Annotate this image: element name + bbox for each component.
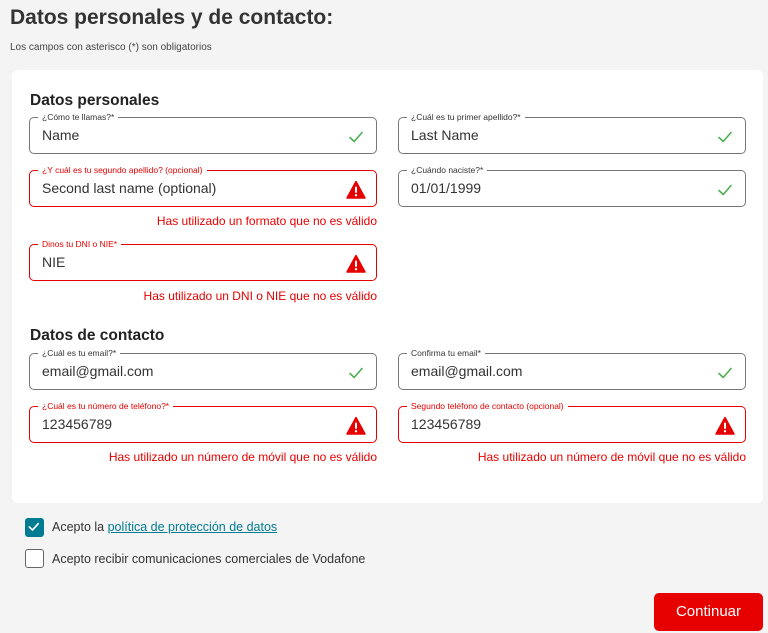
continue-button[interactable]: Continuar	[654, 593, 763, 631]
phone-error: Has utilizado un número de móvil que no …	[108, 450, 377, 464]
first-name-label: ¿Cómo te llamas?*	[38, 112, 119, 123]
privacy-checkbox[interactable]	[25, 518, 44, 537]
dni-value: NIE	[42, 254, 66, 270]
check-icon	[718, 367, 732, 379]
warning-icon	[346, 416, 366, 435]
form-card: Datos personales ¿Cómo te llamas?* Name …	[12, 70, 763, 503]
first-name-field[interactable]: ¿Cómo te llamas?* Name	[29, 112, 377, 154]
checkmark-icon	[28, 522, 40, 531]
phone2-error: Has utilizado un número de móvil que no …	[477, 450, 746, 464]
phone-label: ¿Cuál es tu número de teléfono?*	[38, 401, 174, 412]
second-last-name-error: Has utilizado un formato que no es válid…	[156, 214, 377, 228]
birth-date-value: 01/01/1999	[411, 180, 482, 196]
phone-value: 123456789	[42, 416, 113, 432]
birth-date-field[interactable]: ¿Cuándo naciste?* 01/01/1999	[398, 165, 746, 207]
email-confirm-value: email@gmail.com	[411, 363, 523, 379]
email-confirm-label: Confirma tu email*	[407, 348, 485, 359]
dni-error: Has utilizado un DNI o NIE que no es vál…	[143, 289, 377, 303]
warning-icon	[715, 416, 735, 435]
check-icon	[349, 131, 363, 143]
marketing-consent-label: Acepto recibir comunicaciones comerciale…	[52, 552, 366, 566]
privacy-consent-prefix: Acepto la	[52, 520, 108, 534]
privacy-consent-label: Acepto la política de protección de dato…	[52, 520, 277, 534]
phone2-label: Segundo teléfono de contacto (opcional)	[407, 401, 568, 412]
phone-field[interactable]: ¿Cuál es tu número de teléfono?* 1234567…	[29, 401, 377, 443]
check-icon	[718, 184, 732, 196]
dni-field[interactable]: Dinos tu DNI o NIE* NIE	[29, 239, 377, 281]
email-value: email@gmail.com	[42, 363, 154, 379]
phone2-field[interactable]: Segundo teléfono de contacto (opcional) …	[398, 401, 746, 443]
contact-section-title: Datos de contacto	[30, 327, 165, 344]
page-title: Datos personales y de contacto:	[10, 6, 334, 29]
privacy-policy-link[interactable]: política de protección de datos	[108, 520, 278, 534]
dni-label: Dinos tu DNI o NIE*	[38, 239, 122, 250]
required-note: Los campos con asterisco (*) son obligat…	[10, 42, 212, 53]
birth-date-label: ¿Cuándo naciste?*	[407, 165, 488, 176]
second-last-name-label: ¿Y cuál es tu segundo apellido? (opciona…	[38, 165, 207, 176]
warning-icon	[346, 180, 366, 199]
last-name-value: Last Name	[411, 127, 479, 143]
first-name-value: Name	[42, 127, 80, 143]
warning-icon	[346, 254, 366, 273]
personal-section-title: Datos personales	[30, 92, 160, 109]
check-icon	[718, 131, 732, 143]
email-field[interactable]: ¿Cuál es tu email?* email@gmail.com	[29, 348, 377, 390]
second-last-name-value: Second last name (optional)	[42, 180, 217, 196]
check-icon	[349, 367, 363, 379]
last-name-label: ¿Cuál es tu primer apellido?*	[407, 112, 525, 123]
second-last-name-field[interactable]: ¿Y cuál es tu segundo apellido? (opciona…	[29, 165, 377, 207]
phone2-value: 123456789	[411, 416, 482, 432]
last-name-field[interactable]: ¿Cuál es tu primer apellido?* Last Name	[398, 112, 746, 154]
marketing-checkbox[interactable]	[25, 549, 44, 568]
email-confirm-field[interactable]: Confirma tu email* email@gmail.com	[398, 348, 746, 390]
email-label: ¿Cuál es tu email?*	[38, 348, 121, 359]
